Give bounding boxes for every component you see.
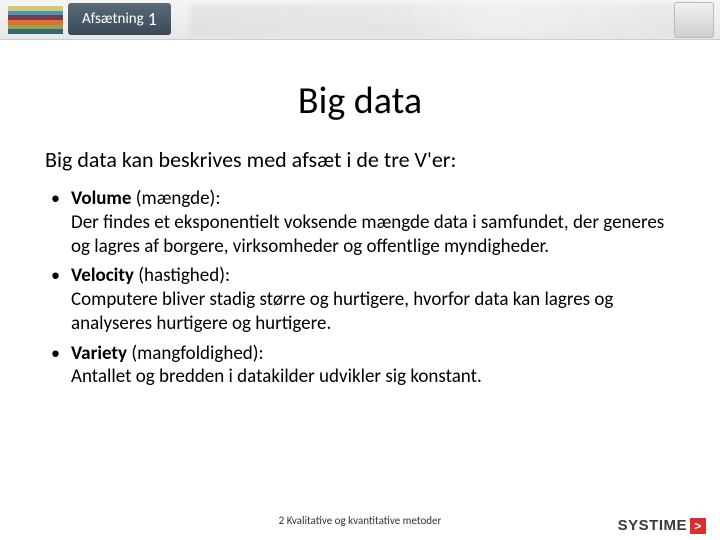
brand-logo: SYSTIME > (618, 517, 706, 534)
slide-content: Big data Big data kan beskrives med afsæ… (0, 40, 720, 389)
brand-name: SYSTIME (618, 517, 687, 534)
term: Variety (71, 342, 127, 365)
slide-header: Afsætning 1 (0, 0, 720, 40)
term: Velocity (71, 264, 134, 287)
brand-arrow-icon: > (690, 518, 706, 534)
body: Antallet og bredden i datakilder udvikle… (71, 365, 482, 388)
paren: (hastighed): (138, 264, 230, 287)
slide-footer: 2 Kvalitative og kvantitative metoder (0, 508, 720, 532)
course-label: Afsætning (82, 10, 144, 28)
intro-text: Big data kan beskrives med afsæt i de tr… (45, 146, 675, 173)
header-background-blur (190, 4, 700, 36)
course-tab: Afsætning 1 (68, 3, 171, 35)
body: Der findes et eksponentielt voksende mæn… (71, 211, 664, 258)
course-number: 1 (148, 8, 157, 30)
list-item: Volume (mængde): Der findes et eksponent… (71, 187, 675, 258)
chapter-label: 2 Kvalitative og kvantitative metoder (279, 514, 442, 527)
term: Volume (71, 187, 131, 210)
header-right-panel (674, 2, 714, 38)
list-item: Velocity (hastighed): Computere bliver s… (71, 264, 675, 335)
list-item: Variety (mangfoldighed): Antallet og bre… (71, 342, 675, 390)
page-title: Big data (45, 78, 675, 124)
body: Computere bliver stadig større og hurtig… (71, 288, 613, 335)
paren: (mangfoldighed): (131, 342, 263, 365)
brand-stripes-icon (8, 6, 63, 34)
bullet-list: Volume (mængde): Der findes et eksponent… (45, 187, 675, 389)
paren: (mængde): (136, 187, 221, 210)
